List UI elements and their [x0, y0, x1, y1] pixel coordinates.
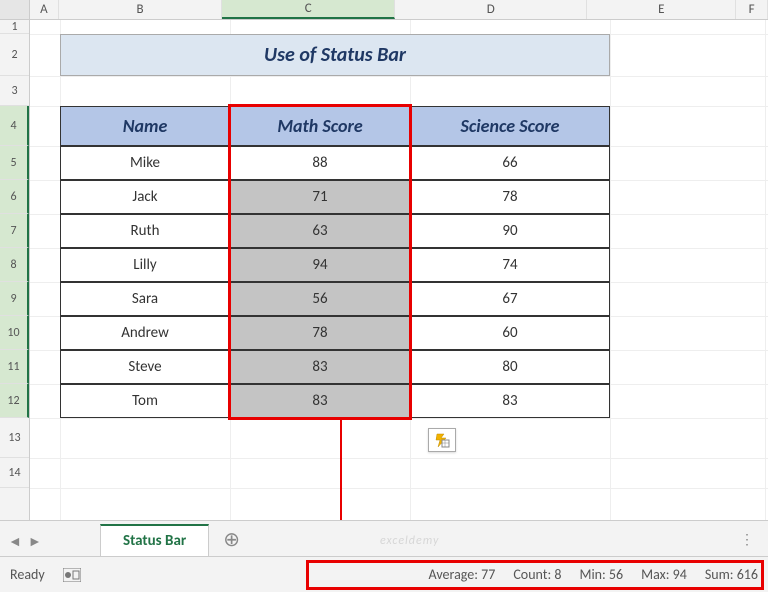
cell-name[interactable]: Jack: [60, 180, 230, 214]
select-all-corner[interactable]: [0, 0, 30, 20]
row-header-13[interactable]: 13: [0, 418, 29, 458]
cell-math[interactable]: 83: [230, 384, 410, 418]
title-cell[interactable]: Use of Status Bar: [60, 34, 610, 76]
row-header-7[interactable]: 7: [0, 214, 29, 248]
row-header-5[interactable]: 5: [0, 146, 29, 180]
header-name[interactable]: Name: [60, 106, 230, 146]
tab-nav-arrows[interactable]: ◄►: [8, 533, 42, 550]
table-header-row: Name Math Score Science Score: [60, 106, 610, 146]
table-row: Ruth6390: [60, 214, 610, 248]
cell-science[interactable]: 78: [410, 180, 610, 214]
header-science[interactable]: Science Score: [410, 106, 610, 146]
cell-name[interactable]: Tom: [60, 384, 230, 418]
watermark: exceldemy: [380, 534, 439, 548]
quick-analysis-icon: [434, 432, 450, 448]
col-header-F[interactable]: F: [736, 0, 768, 19]
cell-name[interactable]: Mike: [60, 146, 230, 180]
table-row: Steve8380: [60, 350, 610, 384]
col-header-D[interactable]: D: [395, 0, 587, 19]
header-math[interactable]: Math Score: [230, 106, 410, 146]
table-row: Lilly9474: [60, 248, 610, 282]
row-header-8[interactable]: 8: [0, 248, 29, 282]
row-header-3[interactable]: 3: [0, 76, 29, 106]
cell-science[interactable]: 67: [410, 282, 610, 316]
row-header-4[interactable]: 4: [0, 106, 29, 146]
table-row: Jack7178: [60, 180, 610, 214]
annotation-arrow: [340, 420, 342, 524]
cell-name[interactable]: Steve: [60, 350, 230, 384]
tab-options[interactable]: ⋮: [740, 531, 756, 548]
row-header-11[interactable]: 11: [0, 350, 29, 384]
row-header-12[interactable]: 12: [0, 384, 29, 418]
table-row: Mike8866: [60, 146, 610, 180]
cell-name[interactable]: Lilly: [60, 248, 230, 282]
status-sum: Sum: 616: [705, 566, 758, 583]
col-header-C[interactable]: C: [222, 0, 395, 19]
cell-math[interactable]: 56: [230, 282, 410, 316]
cell-science[interactable]: 80: [410, 350, 610, 384]
table-row: Andrew7860: [60, 316, 610, 350]
cell-math[interactable]: 94: [230, 248, 410, 282]
spreadsheet-grid[interactable]: Use of Status Bar Name Math Score Scienc…: [30, 20, 768, 520]
status-bar[interactable]: Ready Average: 77 Count: 8 Min: 56 Max: …: [0, 556, 768, 592]
sheet-tab-active[interactable]: Status Bar: [100, 524, 209, 556]
cell-science[interactable]: 74: [410, 248, 610, 282]
status-ready: Ready: [10, 566, 45, 583]
status-min: Min: 56: [579, 566, 623, 583]
col-header-B[interactable]: B: [59, 0, 222, 19]
data-table: Name Math Score Science Score Mike8866Ja…: [60, 106, 610, 418]
cell-math[interactable]: 83: [230, 350, 410, 384]
macro-record-icon[interactable]: [63, 568, 81, 582]
status-max: Max: 94: [641, 566, 687, 583]
cell-name[interactable]: Sara: [60, 282, 230, 316]
cell-science[interactable]: 66: [410, 146, 610, 180]
row-header-6[interactable]: 6: [0, 180, 29, 214]
cell-science[interactable]: 60: [410, 316, 610, 350]
row-headers: 1234567891011121314: [0, 20, 30, 520]
sheet-tab-label: Status Bar: [123, 532, 186, 550]
column-headers: ABCDEF: [30, 0, 768, 20]
cell-math[interactable]: 78: [230, 316, 410, 350]
cell-math[interactable]: 71: [230, 180, 410, 214]
title-text: Use of Status Bar: [264, 43, 406, 67]
cell-science[interactable]: 90: [410, 214, 610, 248]
row-header-1[interactable]: 1: [0, 20, 29, 34]
cell-science[interactable]: 83: [410, 384, 610, 418]
row-header-2[interactable]: 2: [0, 34, 29, 76]
row-header-9[interactable]: 9: [0, 282, 29, 316]
status-count: Count: 8: [513, 566, 561, 583]
col-header-A[interactable]: A: [30, 0, 59, 19]
col-header-E[interactable]: E: [587, 0, 736, 19]
cell-math[interactable]: 88: [230, 146, 410, 180]
row-header-10[interactable]: 10: [0, 316, 29, 350]
quick-analysis-button[interactable]: [428, 428, 456, 452]
add-sheet-button[interactable]: ⊕: [223, 527, 240, 556]
status-average: Average: 77: [429, 566, 496, 583]
table-row: Sara5667: [60, 282, 610, 316]
cell-math[interactable]: 63: [230, 214, 410, 248]
cell-name[interactable]: Andrew: [60, 316, 230, 350]
cell-name[interactable]: Ruth: [60, 214, 230, 248]
row-header-14[interactable]: 14: [0, 458, 29, 488]
table-row: Tom8383: [60, 384, 610, 418]
